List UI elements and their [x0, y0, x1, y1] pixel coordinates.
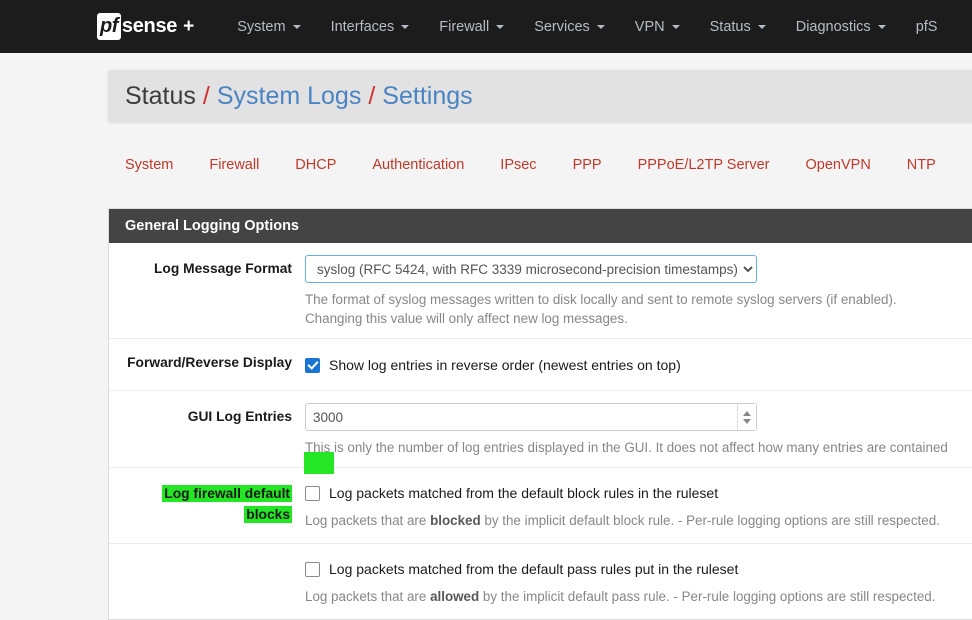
logo-sense-text: sense	[121, 15, 178, 37]
row-log-firewall-default-blocks: Log firewall default blocks Log packets …	[109, 467, 972, 543]
help-default-blocks-pre: Log packets that are	[305, 513, 431, 528]
pfsense-logo[interactable]: pf sense +	[97, 0, 194, 53]
log-message-format-select[interactable]: syslog (RFC 5424, with RFC 3339 microsec…	[305, 255, 757, 283]
chevron-down-icon	[671, 24, 680, 29]
nav-item-services[interactable]: Services	[519, 0, 620, 53]
tab-openvpn[interactable]: OpenVPN	[788, 157, 889, 173]
nav-item-services-label: Services	[534, 18, 590, 35]
nav-item-status-label: Status	[709, 18, 751, 35]
log-settings-tabs: System Firewall DHCP Authentication IPse…	[108, 145, 972, 185]
row-forward-reverse-display: Forward/Reverse Display Show log entries…	[109, 338, 972, 390]
help-default-pass-pre: Log packets that are	[305, 589, 431, 604]
nav-item-interfaces-label: Interfaces	[330, 18, 395, 35]
nav-item-firewall-label: Firewall	[439, 18, 490, 35]
nav-item-vpn-label: VPN	[634, 18, 665, 35]
label-highlight-line1: Log firewall default	[162, 485, 292, 502]
general-logging-options-panel: General Logging Options Log Message Form…	[108, 208, 972, 620]
stepper-down-icon	[743, 418, 751, 424]
navbar-menu: System Interfaces Firewall Services VPN …	[222, 0, 952, 53]
tab-ppp[interactable]: PPP	[555, 157, 620, 173]
help-default-pass-bold: allowed	[430, 589, 480, 604]
nav-item-status[interactable]: Status	[695, 0, 781, 53]
gui-log-entries-input[interactable]	[305, 403, 757, 431]
breadcrumb-link-settings[interactable]: Settings	[382, 82, 472, 111]
chevron-down-icon	[877, 24, 886, 29]
help-log-default-pass: Log packets that are allowed by the impl…	[305, 587, 972, 606]
tab-pppoe-l2tp-server[interactable]: PPPoE/L2TP Server	[620, 157, 788, 173]
tab-authentication[interactable]: Authentication	[354, 157, 482, 173]
breadcrumb: Status / System Logs / Settings	[108, 70, 972, 122]
nav-item-system-label: System	[237, 18, 286, 35]
label-forward-reverse-display: Forward/Reverse Display	[127, 355, 292, 370]
label-log-firewall-default-pass	[109, 558, 305, 606]
nav-item-vpn[interactable]: VPN	[620, 0, 695, 53]
label-highlight-line2: blocks	[244, 506, 292, 523]
tab-ntp[interactable]: NTP	[889, 157, 954, 173]
logo-plus-text: +	[183, 15, 195, 37]
breadcrumb-link-system-logs[interactable]: System Logs	[217, 82, 362, 111]
nav-item-diagnostics-label: Diagnostics	[795, 18, 871, 35]
reverse-order-checkbox[interactable]	[305, 357, 320, 373]
nav-item-system[interactable]: System	[222, 0, 315, 53]
row-log-message-format: Log Message Format syslog (RFC 5424, wit…	[109, 243, 972, 338]
tab-system[interactable]: System	[108, 157, 191, 173]
nav-item-diagnostics[interactable]: Diagnostics	[781, 0, 901, 53]
log-default-pass-checkbox[interactable]	[305, 561, 320, 577]
label-gui-log-entries: GUI Log Entries	[187, 409, 292, 424]
breadcrumb-root: Status	[125, 81, 196, 110]
panel-body: Log Message Format syslog (RFC 5424, wit…	[109, 243, 972, 619]
chevron-down-icon	[292, 24, 301, 29]
nav-item-interfaces[interactable]: Interfaces	[316, 0, 425, 53]
row-gui-log-entries: GUI Log Entries This is only the number …	[109, 390, 972, 467]
log-default-pass-checkbox-label: Log packets matched from the default pas…	[329, 561, 739, 577]
nav-item-firewall[interactable]: Firewall	[424, 0, 519, 53]
reverse-order-checkbox-label: Show log entries in reverse order (newes…	[329, 357, 681, 373]
chevron-down-icon	[496, 24, 505, 29]
log-default-blocks-checkbox[interactable]	[305, 485, 320, 501]
breadcrumb-separator: /	[202, 81, 210, 110]
panel-heading: General Logging Options	[109, 209, 972, 243]
log-default-blocks-checkbox-label: Log packets matched from the default blo…	[329, 485, 719, 501]
tab-dhcp[interactable]: DHCP	[277, 157, 354, 173]
chevron-down-icon	[757, 24, 766, 29]
help-default-pass-post: by the implicit default pass rule. - Per…	[479, 589, 936, 604]
chevron-down-icon	[596, 24, 605, 29]
top-navbar: pf sense + System Interfaces Firewall Se…	[0, 0, 972, 53]
help-log-message-format-line1: The format of syslog messages written to…	[305, 292, 897, 307]
label-log-firewall-default-blocks: Log firewall default blocks	[109, 482, 305, 530]
tab-firewall[interactable]: Firewall	[191, 157, 277, 173]
logo-pf-mark: pf	[97, 13, 121, 40]
help-default-blocks-post: by the implicit default block rule. - Pe…	[480, 513, 940, 528]
chevron-down-icon	[401, 24, 410, 29]
label-log-message-format: Log Message Format	[154, 261, 292, 276]
checkbox-highlight-annotation	[304, 452, 334, 474]
breadcrumb-separator: /	[368, 81, 376, 110]
help-log-default-blocks: Log packets that are blocked by the impl…	[305, 511, 972, 530]
help-default-blocks-bold: blocked	[430, 513, 481, 528]
nav-item-pfsense-plus[interactable]: pfS	[901, 0, 953, 53]
nav-item-pfsense-plus-label: pfS	[915, 18, 938, 35]
stepper-up-icon	[743, 410, 751, 416]
tab-ipsec[interactable]: IPsec	[482, 157, 554, 173]
help-log-message-format-line2: Changing this value will only affect new…	[305, 311, 628, 326]
help-gui-log-entries: This is only the number of log entries d…	[305, 440, 948, 455]
gui-log-entries-stepper[interactable]	[737, 404, 756, 430]
row-log-firewall-default-pass: Log packets matched from the default pas…	[109, 543, 972, 619]
